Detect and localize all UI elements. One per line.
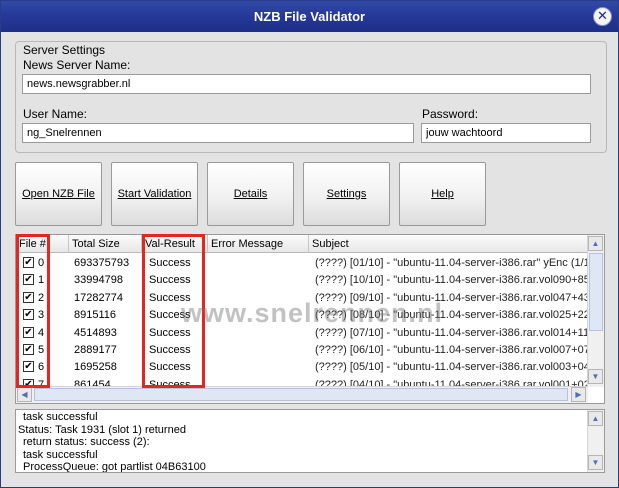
scroll-right-icon[interactable]: ▶ bbox=[571, 387, 586, 402]
password-input[interactable]: jouw wachtoord bbox=[421, 123, 591, 143]
cell-total-size: 4514893 bbox=[74, 326, 117, 339]
app-window: NZB File Validator ✕ Server Settings New… bbox=[0, 0, 619, 488]
horizontal-scrollbar[interactable]: ◀ ▶ bbox=[16, 386, 588, 403]
table-row[interactable]: ✔ 6 1695258 Success (????) [05/10] - "ubuntu… bbox=[16, 358, 588, 375]
close-icon[interactable]: ✕ bbox=[593, 7, 612, 26]
user-name-input[interactable]: ng_Snelrennen bbox=[22, 123, 414, 143]
scroll-up-icon[interactable]: ▲ bbox=[588, 236, 603, 251]
scroll-left-icon[interactable]: ◀ bbox=[17, 387, 32, 402]
table-row[interactable]: ✔ 0 693375793 Success (????) [01/10] - "ubun… bbox=[16, 254, 588, 271]
vertical-scroll-thumb[interactable] bbox=[589, 253, 603, 331]
column-header-total-size[interactable]: Total Size bbox=[69, 235, 142, 253]
log-scrollbar[interactable]: ▲ ▼ bbox=[587, 410, 604, 472]
watermark-text: www.snelrennen.nl bbox=[181, 298, 444, 328]
server-settings-label: Server Settings bbox=[23, 43, 106, 57]
password-label: Password: bbox=[422, 107, 479, 121]
cell-error-message bbox=[209, 341, 309, 358]
start-validation-button[interactable]: Start Validation bbox=[111, 162, 198, 226]
server-name-label: News Server Name: bbox=[23, 58, 131, 72]
server-settings-group: Server Settings News Server Name: news.n… bbox=[15, 41, 607, 153]
server-name-input[interactable]: news.newsgrabber.nl bbox=[22, 74, 591, 94]
cell-total-size: 33994798 bbox=[74, 274, 123, 287]
table-row[interactable]: ✔ 1 33994798 Success (????) [10/10] - "ubunt… bbox=[16, 271, 588, 288]
window-title: NZB File Validator bbox=[253, 9, 366, 24]
cell-error-message bbox=[209, 254, 309, 271]
cell-total-size: 1695258 bbox=[74, 361, 117, 374]
cell-subject: (????) [06/10] - "ubuntu-11.04-server-i3… bbox=[315, 344, 588, 356]
log-line: return status: success (2): bbox=[23, 436, 150, 449]
help-button[interactable]: Help bbox=[399, 162, 486, 226]
cell-total-size: 17282774 bbox=[74, 291, 123, 304]
cell-total-size: 693375793 bbox=[74, 257, 130, 269]
cell-subject: (????) [05/10] - "ubuntu-11.04-server-i3… bbox=[315, 361, 588, 374]
table-row[interactable]: ✔ 5 2889177 Success (????) [06/10] - "ubuntu… bbox=[16, 341, 588, 358]
cell-total-size: 2889177 bbox=[74, 344, 117, 356]
log-line: task successful bbox=[23, 411, 98, 423]
scroll-down-icon[interactable]: ▼ bbox=[588, 369, 603, 384]
cell-subject: (????) [10/10] - "ubuntu-11.04-server-i3… bbox=[315, 274, 588, 287]
grid-header: File # Total Size Val-Result Error Messa… bbox=[16, 235, 588, 253]
title-bar[interactable]: NZB File Validator ✕ bbox=[1, 1, 618, 32]
vertical-scrollbar[interactable]: ▲ ▼ bbox=[587, 235, 604, 387]
column-header-error-message[interactable]: Error Message bbox=[208, 235, 309, 253]
column-header-subject[interactable]: Subject bbox=[309, 235, 588, 253]
open-nzb-file-button[interactable]: Open NZB File bbox=[15, 162, 102, 226]
cell-error-message bbox=[209, 358, 309, 375]
log-line: task successful bbox=[23, 448, 98, 461]
user-name-label: User Name: bbox=[23, 107, 88, 121]
settings-button[interactable]: Settings bbox=[303, 162, 390, 226]
log-line: Status: Task 1931 (slot 1) returned bbox=[18, 423, 186, 436]
highlight-box-file-column bbox=[16, 234, 50, 388]
log-output[interactable]: task successful Status: Task 1931 (slot 1… bbox=[15, 409, 605, 473]
cell-total-size: 8915116 bbox=[74, 309, 117, 322]
horizontal-scroll-thumb[interactable] bbox=[34, 388, 568, 401]
cell-error-message bbox=[209, 271, 309, 288]
cell-subject: (????) [01/10] - "ubuntu-11.04-server-i3… bbox=[315, 257, 588, 269]
log-line: ProcessQueue: got partlist 04B63100 bbox=[23, 461, 206, 473]
log-scroll-up-icon[interactable]: ▲ bbox=[588, 411, 603, 426]
log-scroll-down-icon[interactable]: ▼ bbox=[588, 455, 603, 470]
details-button[interactable]: Details bbox=[207, 162, 294, 226]
